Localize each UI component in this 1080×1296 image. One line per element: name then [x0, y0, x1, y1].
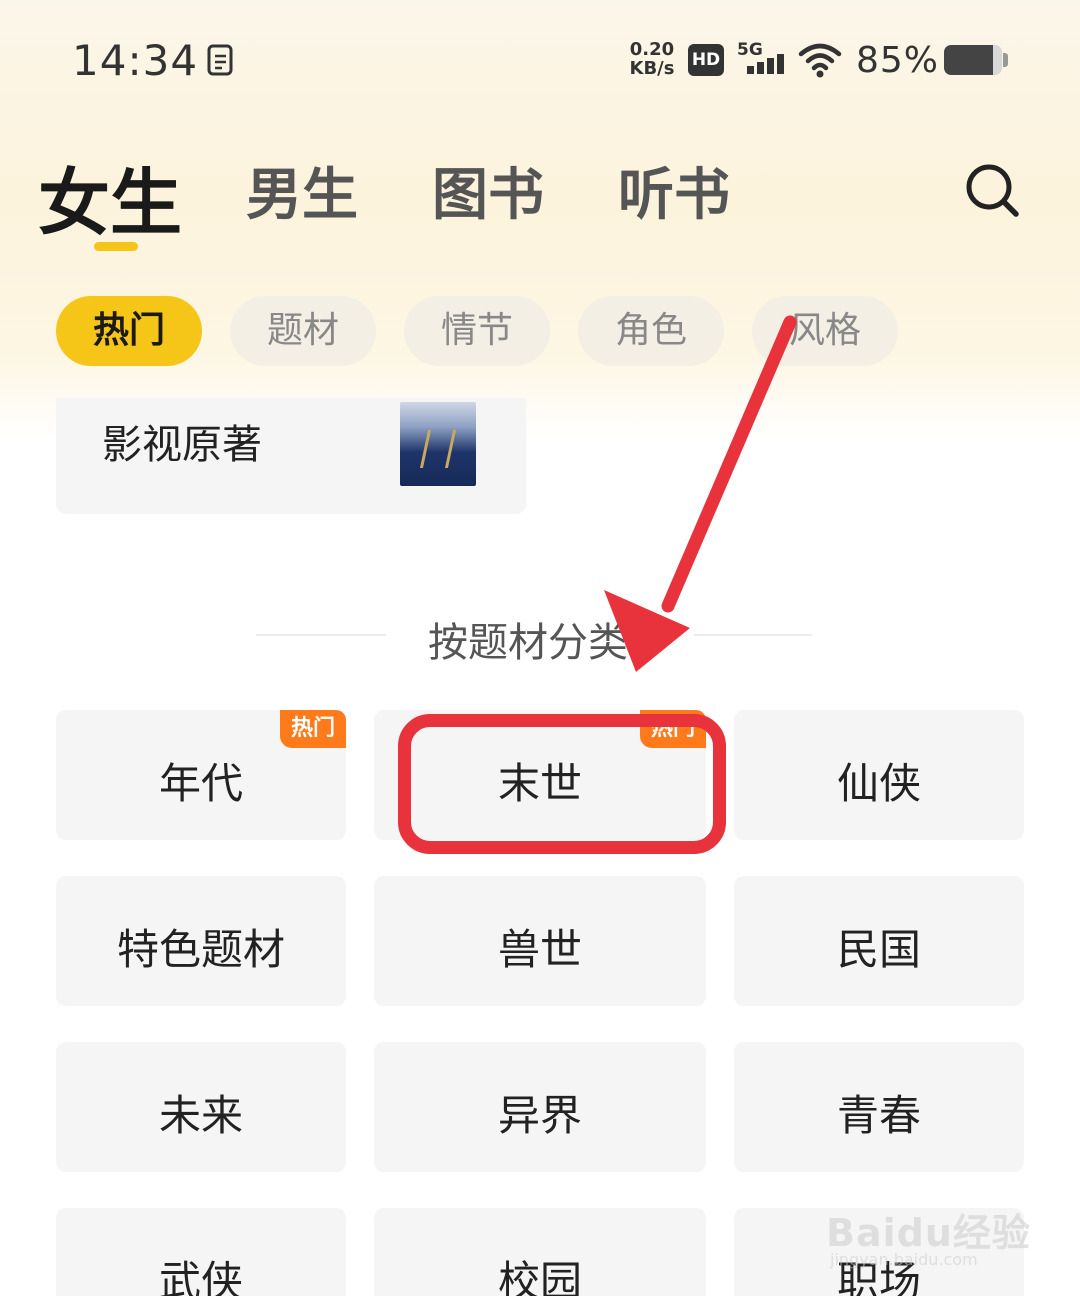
category-label: 年代 [158, 759, 243, 808]
network-type-label: 5G [737, 40, 763, 60]
section-title: 按题材分类 [428, 620, 628, 666]
subtab-plot[interactable]: 情节 [404, 296, 550, 366]
active-tab-indicator [94, 242, 138, 251]
battery-icon [944, 45, 1002, 75]
cellular-signal-icon: 5G [737, 40, 785, 76]
watermark-brand: Baidu经验 [826, 1211, 1031, 1255]
subtab-theme[interactable]: 题材 [230, 296, 376, 366]
baidu-watermark: Baidu经验 jingyan.baidu.com [826, 1184, 1036, 1274]
category-label: 异界 [497, 1091, 582, 1140]
category-cell[interactable]: 特色题材 [56, 876, 346, 1006]
subtab-style[interactable]: 风格 [752, 296, 898, 366]
category-cell[interactable]: 青春 [734, 1042, 1024, 1172]
status-time: 14:34 [72, 36, 199, 85]
category-label: 特色题材 [116, 925, 285, 974]
tab-audiobooks[interactable]: 听书 [618, 150, 730, 231]
category-label: 青春 [836, 1091, 921, 1140]
network-speed-unit: KB/s [629, 58, 675, 79]
category-cell[interactable]: 异界 [374, 1042, 706, 1172]
watermark-url: jingyan.baidu.com [830, 1250, 978, 1269]
category-label: 民国 [836, 925, 921, 974]
category-label: 校园 [497, 1257, 582, 1296]
document-icon [207, 44, 233, 76]
category-cell[interactable]: 仙侠 [734, 710, 1024, 840]
tab-books[interactable]: 图书 [432, 150, 544, 231]
category-label: 未来 [158, 1091, 243, 1140]
tab-female[interactable]: 女生 [38, 144, 182, 249]
subtab-character[interactable]: 角色 [578, 296, 724, 366]
battery-cap [1003, 53, 1008, 67]
category-cell[interactable]: 民国 [734, 876, 1024, 1006]
wifi-icon [798, 43, 842, 78]
hd-badge: HD [688, 44, 724, 76]
subtab-popular[interactable]: 热门 [56, 296, 202, 366]
category-cell[interactable]: 武侠 [56, 1208, 346, 1296]
status-bar: 14:34 0.20 KB/s HD 5G 85% [0, 0, 1080, 120]
category-cell[interactable]: 未来 [56, 1042, 346, 1172]
battery-percentage: 85% [856, 40, 940, 81]
search-icon[interactable] [962, 160, 1022, 220]
film-adaptation-card[interactable]: 影视原著 [56, 398, 526, 514]
book-cover-image [400, 402, 476, 486]
hot-badge: 热门 [280, 710, 346, 748]
section-divider-left [256, 634, 386, 636]
category-cell[interactable]: 兽世 [374, 876, 706, 1006]
category-label: 仙侠 [836, 759, 921, 808]
tab-male[interactable]: 男生 [246, 150, 358, 231]
film-card-label: 影视原著 [102, 422, 262, 468]
category-cell[interactable]: 校园 [374, 1208, 706, 1296]
highlight-annotation [398, 714, 726, 854]
category-label: 武侠 [158, 1257, 243, 1296]
network-speed-value: 0.20 [629, 39, 675, 60]
category-label: 兽世 [497, 925, 582, 974]
category-cell[interactable]: 年代 热门 [56, 710, 346, 840]
network-speed: 0.20 KB/s [626, 40, 678, 78]
section-divider-right [694, 634, 812, 636]
